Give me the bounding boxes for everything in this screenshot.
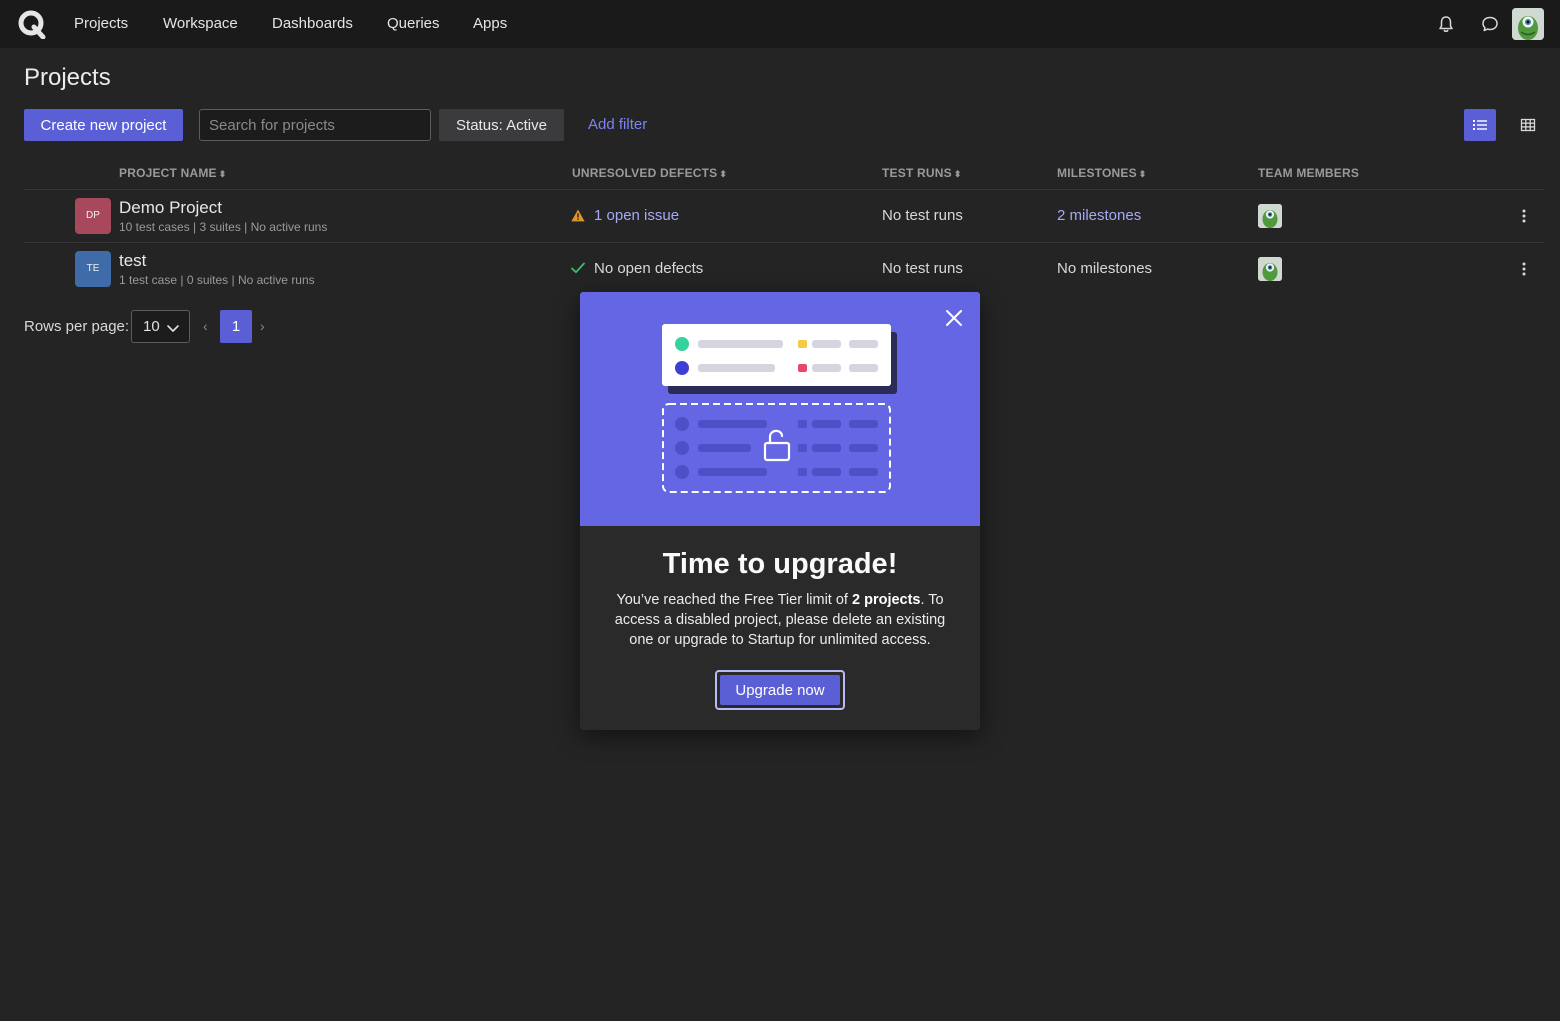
project-meta: 10 test cases | 3 suites | No active run… xyxy=(119,220,328,234)
sort-icon: ⬍ xyxy=(953,169,962,179)
rows-per-page-select[interactable]: 10 xyxy=(131,310,190,343)
project-meta: 1 test case | 0 suites | No active runs xyxy=(119,273,315,287)
nav-workspace[interactable]: Workspace xyxy=(163,15,238,32)
rows-per-page-value: 10 xyxy=(143,318,160,335)
top-navigation: Projects Workspace Dashboards Queries Ap… xyxy=(0,0,1560,48)
row-divider xyxy=(24,242,1544,243)
monster-avatar-icon xyxy=(1512,8,1544,40)
milestones-value: No milestones xyxy=(1057,260,1153,277)
list-icon xyxy=(1473,120,1487,130)
project-avatar: TE xyxy=(75,251,111,287)
next-page-button[interactable]: › xyxy=(260,318,265,334)
search-input[interactable] xyxy=(199,109,431,141)
rows-per-page-label: Rows per page: xyxy=(24,318,130,335)
column-header-unresolved-defects[interactable]: UNRESOLVED DEFECTS ⬍ xyxy=(572,166,727,180)
bell-icon[interactable] xyxy=(1436,14,1456,34)
column-header-test-runs[interactable]: TEST RUNS ⬍ xyxy=(882,166,962,180)
chat-icon[interactable] xyxy=(1480,14,1500,34)
sort-icon: ⬍ xyxy=(1138,169,1147,179)
modal-message-part: You’ve reached the Free Tier limit of xyxy=(616,592,852,608)
grid-view-button[interactable] xyxy=(1512,109,1544,141)
more-options-icon[interactable] xyxy=(1516,208,1532,224)
modal-title: Time to upgrade! xyxy=(662,548,898,580)
row-divider xyxy=(24,189,1544,190)
nav-apps[interactable]: Apps xyxy=(473,15,507,32)
chevron-down-icon xyxy=(167,325,179,332)
sort-icon: ⬍ xyxy=(218,169,227,179)
project-name-link[interactable]: Demo Project xyxy=(119,198,222,218)
close-icon[interactable] xyxy=(944,308,964,328)
upgrade-illustration xyxy=(580,292,980,526)
column-header-label: TEST RUNS xyxy=(882,166,952,180)
column-header-project-name[interactable]: PROJECT NAME ⬍ xyxy=(119,166,227,180)
monster-avatar-icon xyxy=(1258,204,1282,228)
project-avatar: DP xyxy=(75,198,111,234)
upgrade-now-button[interactable]: Upgrade now xyxy=(720,675,840,705)
team-member-avatar[interactable] xyxy=(1258,204,1282,228)
column-header-team-members: TEAM MEMBERS xyxy=(1258,166,1359,180)
nav-queries[interactable]: Queries xyxy=(387,15,440,32)
defects-value: No open defects xyxy=(594,260,704,277)
project-name-link[interactable]: test xyxy=(119,251,146,271)
column-header-milestones[interactable]: MILESTONES ⬍ xyxy=(1057,166,1147,180)
status-filter-button[interactable]: Status: Active xyxy=(439,109,564,141)
column-header-label: TEAM MEMBERS xyxy=(1258,166,1360,180)
page-1-button[interactable]: 1 xyxy=(220,310,252,343)
upgrade-button-focus-ring: Upgrade now xyxy=(715,670,845,710)
list-view-button[interactable] xyxy=(1464,109,1496,141)
add-filter-link[interactable]: Add filter xyxy=(588,116,647,133)
locked-projects-illustration xyxy=(662,324,897,493)
grid-icon xyxy=(1520,118,1536,132)
check-icon xyxy=(571,262,585,274)
user-avatar[interactable] xyxy=(1512,8,1544,40)
nav-dashboards[interactable]: Dashboards xyxy=(272,15,353,32)
test-runs-value: No test runs xyxy=(882,207,963,224)
column-header-label: MILESTONES xyxy=(1057,166,1137,180)
team-member-avatar[interactable] xyxy=(1258,257,1282,281)
page-title: Projects xyxy=(24,64,111,91)
app-logo-icon[interactable] xyxy=(17,9,47,39)
column-header-label: UNRESOLVED DEFECTS xyxy=(572,166,718,180)
monster-avatar-icon xyxy=(1258,257,1282,281)
milestones-link[interactable]: 2 milestones xyxy=(1057,207,1141,224)
column-header-label: PROJECT NAME xyxy=(119,166,217,180)
create-project-button[interactable]: Create new project xyxy=(24,109,183,141)
project-limit: 2 projects xyxy=(852,592,921,608)
previous-page-button[interactable]: ‹ xyxy=(203,318,208,334)
defects-link[interactable]: 1 open issue xyxy=(594,207,679,224)
upgrade-modal: Time to upgrade! You’ve reached the Free… xyxy=(580,292,980,730)
modal-message: You’ve reached the Free Tier limit of 2 … xyxy=(604,590,956,650)
nav-projects[interactable]: Projects xyxy=(74,15,128,32)
test-runs-value: No test runs xyxy=(882,260,963,277)
sort-icon: ⬍ xyxy=(719,169,728,179)
warning-icon xyxy=(571,209,585,222)
more-options-icon[interactable] xyxy=(1516,261,1532,277)
